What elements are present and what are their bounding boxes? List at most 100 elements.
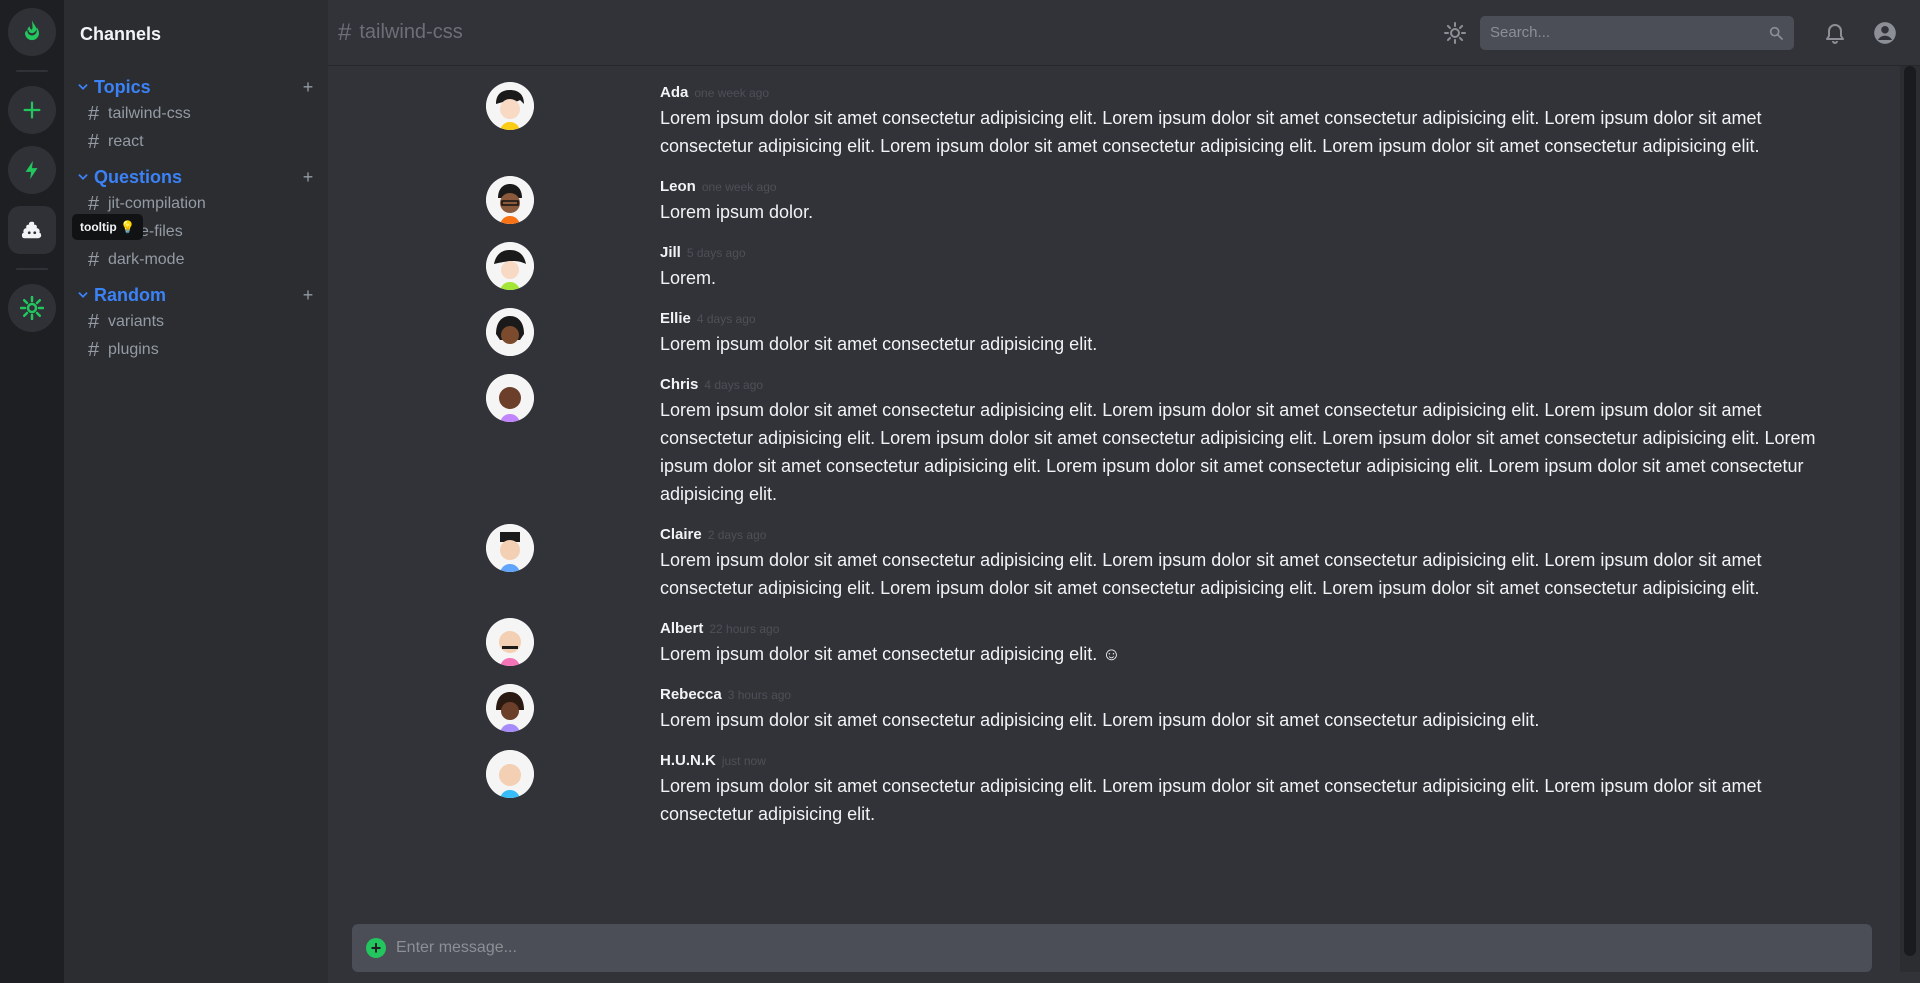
message-text: Lorem ipsum dolor sit amet consectetur a… bbox=[660, 710, 1540, 730]
add-server-button[interactable] bbox=[8, 86, 56, 134]
search-icon[interactable] bbox=[1768, 25, 1784, 41]
avatar[interactable] bbox=[486, 374, 534, 422]
group-label: Topics bbox=[94, 76, 151, 97]
home-button[interactable] bbox=[8, 8, 56, 56]
message-time: 4 days ago bbox=[696, 312, 756, 326]
hash-icon: # bbox=[88, 192, 100, 215]
message-time: 2 days ago bbox=[707, 528, 767, 542]
message-text: Lorem ipsum dolor sit amet consectetur a… bbox=[660, 334, 1098, 354]
user-circle-icon bbox=[1874, 21, 1896, 44]
bolt-icon bbox=[25, 160, 38, 180]
message-list: Ada one week ago Lorem ipsum dolor sit ame… bbox=[328, 66, 1900, 916]
message-author[interactable]: H.U.N.K bbox=[660, 752, 716, 769]
chevron-down-icon bbox=[78, 174, 88, 180]
message-time: 22 hours ago bbox=[709, 622, 780, 636]
poop-button[interactable] bbox=[8, 206, 56, 254]
rail-separator bbox=[16, 70, 48, 72]
scrollbar-thumb[interactable] bbox=[1904, 66, 1916, 956]
channel-name: tailwind-css bbox=[108, 105, 191, 122]
attach-button[interactable]: + bbox=[366, 938, 386, 958]
group-header[interactable]: Questions + bbox=[64, 164, 328, 190]
avatar[interactable] bbox=[486, 618, 534, 666]
message-author[interactable]: Jill bbox=[660, 244, 681, 261]
avatar[interactable] bbox=[486, 750, 534, 798]
message-time: 5 days ago bbox=[686, 246, 746, 260]
group-topics: Topics + # tailwind-css # react bbox=[64, 74, 328, 156]
plus-icon: + bbox=[370, 937, 382, 958]
message: Jill 5 days ago Lorem. bbox=[328, 226, 1900, 292]
search-input[interactable] bbox=[1490, 24, 1768, 41]
message-author[interactable]: Albert bbox=[660, 620, 703, 637]
avatar[interactable] bbox=[486, 176, 534, 224]
message-author[interactable]: Rebecca bbox=[660, 686, 722, 703]
profile-button[interactable] bbox=[1870, 18, 1900, 48]
channel-item[interactable]: # plugins bbox=[64, 336, 328, 364]
message-author[interactable]: Claire bbox=[660, 526, 702, 543]
search-box bbox=[1480, 15, 1794, 50]
avatar-illustration bbox=[486, 750, 534, 798]
channel-header: # tailwind-css bbox=[328, 0, 1920, 66]
avatar-illustration bbox=[486, 308, 534, 356]
message-author[interactable]: Ada bbox=[660, 84, 688, 101]
hash-icon: # bbox=[88, 248, 100, 271]
fire-icon bbox=[25, 20, 39, 41]
avatar[interactable] bbox=[486, 242, 534, 290]
channel-name: jit-compilation bbox=[108, 195, 206, 212]
channel-name: plugins bbox=[108, 341, 159, 358]
group-header[interactable]: Random + bbox=[64, 282, 328, 308]
notifications-button[interactable] bbox=[1820, 18, 1850, 48]
message-author[interactable]: Ellie bbox=[660, 310, 691, 327]
hash-icon: # bbox=[88, 310, 100, 333]
hash-icon: # bbox=[88, 338, 100, 361]
avatar[interactable] bbox=[486, 82, 534, 130]
hash-icon: # bbox=[338, 18, 352, 46]
avatar[interactable] bbox=[486, 684, 534, 732]
sidebar-title: Channels bbox=[80, 24, 162, 44]
avatar-illustration bbox=[486, 82, 534, 130]
message-time: 4 days ago bbox=[704, 378, 764, 392]
message-author[interactable]: Leon bbox=[660, 178, 696, 195]
message: H.U.N.K just now Lorem ipsum dolor sit ame… bbox=[328, 734, 1900, 828]
channel-item[interactable]: # dark-mode bbox=[64, 246, 328, 274]
settings-button[interactable] bbox=[8, 284, 56, 332]
tooltip: tooltip 💡 bbox=[72, 214, 143, 240]
composer-footer bbox=[328, 972, 1920, 983]
add-channel-button[interactable]: + bbox=[300, 167, 316, 188]
message: Rebecca 3 hours ago Lorem ipsum dolor sit … bbox=[328, 668, 1900, 734]
group-label: Random bbox=[94, 284, 166, 305]
theme-toggle-button[interactable] bbox=[1440, 18, 1470, 48]
message-author[interactable]: Chris bbox=[660, 376, 698, 393]
bolt-button[interactable] bbox=[8, 146, 56, 194]
message-text: Lorem ipsum dolor sit amet consectetur a… bbox=[660, 400, 1816, 504]
server-rail bbox=[0, 0, 64, 983]
channel-name: dark-mode bbox=[108, 251, 185, 268]
message-input[interactable] bbox=[396, 939, 1858, 957]
avatar-illustration bbox=[486, 242, 534, 290]
message-time: one week ago bbox=[694, 86, 770, 100]
message-text: Lorem. bbox=[660, 268, 717, 288]
avatar[interactable] bbox=[486, 308, 534, 356]
avatar-illustration bbox=[486, 618, 534, 666]
channel-item[interactable]: # tailwind-css bbox=[64, 100, 328, 128]
channel-sidebar: Channels Topics + # tailwind-css # react Q… bbox=[64, 0, 328, 983]
message-text: Lorem ipsum dolor sit amet consectetur a… bbox=[660, 108, 1762, 156]
group-header[interactable]: Topics + bbox=[64, 74, 328, 100]
add-channel-button[interactable]: + bbox=[300, 285, 316, 306]
channel-item[interactable]: # variants bbox=[64, 308, 328, 336]
group-label: Questions bbox=[94, 166, 183, 187]
message-text: Lorem ipsum dolor sit amet consectetur a… bbox=[660, 550, 1762, 598]
message: Albert 22 hours ago Lorem ipsum dolor sit … bbox=[328, 602, 1900, 668]
avatar-illustration bbox=[486, 684, 534, 732]
message-text: Lorem ipsum dolor sit amet consectetur a… bbox=[660, 644, 1121, 664]
channel-title: tailwind-css bbox=[359, 21, 463, 43]
channel-item[interactable]: # react bbox=[64, 128, 328, 156]
add-channel-button[interactable]: + bbox=[300, 77, 316, 98]
chevron-down-icon bbox=[78, 84, 88, 90]
message-text: Lorem ipsum dolor. bbox=[660, 202, 814, 222]
message-composer: + bbox=[352, 924, 1872, 972]
channel-name: react bbox=[108, 133, 144, 150]
message: Chris 4 days ago Lorem ipsum dolor sit ame… bbox=[328, 358, 1900, 508]
sun-icon bbox=[1444, 21, 1466, 44]
avatar[interactable] bbox=[486, 524, 534, 572]
poop-icon bbox=[21, 221, 42, 239]
